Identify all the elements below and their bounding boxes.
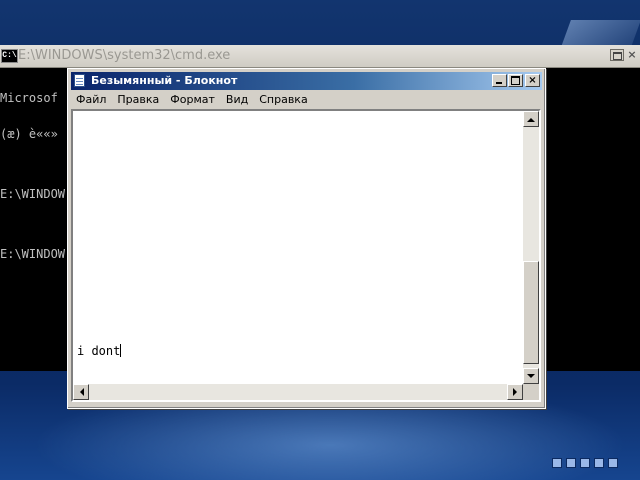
cmd-close-button[interactable]: ×	[625, 49, 639, 61]
close-button[interactable]: ×	[525, 74, 540, 87]
cmd-icon: C:\	[1, 49, 18, 63]
notepad-content: i dont	[77, 344, 122, 358]
tray-icon[interactable]	[594, 458, 604, 468]
maximize-button[interactable]	[508, 74, 523, 87]
notepad-icon[interactable]	[74, 74, 85, 87]
horizontal-scrollbar[interactable]	[73, 384, 523, 400]
notepad-title-bar[interactable]: Безымянный - Блокнот ×	[71, 72, 542, 90]
scrollbar-corner	[523, 384, 539, 400]
scroll-left-arrow-icon[interactable]	[73, 384, 89, 400]
notepad-menu-bar: Файл Правка Формат Вид Справка	[71, 91, 314, 109]
scroll-down-arrow-icon[interactable]	[523, 368, 539, 384]
menu-view[interactable]: Вид	[221, 91, 254, 109]
vertical-scrollbar[interactable]	[523, 111, 539, 384]
notepad-content-text: i dont	[77, 344, 121, 358]
cmd-maximize-button[interactable]	[610, 49, 624, 61]
text-caret	[120, 344, 122, 357]
tray-icon[interactable]	[552, 458, 562, 468]
cmd-title-bar[interactable]: C:\ E:\WINDOWS\system32\cmd.exe ×	[0, 45, 640, 68]
menu-help[interactable]: Справка	[254, 91, 313, 109]
vertical-scroll-thumb[interactable]	[523, 261, 539, 364]
taskbar-tray	[552, 458, 618, 468]
notepad-title-text: Безымянный - Блокнот	[91, 74, 238, 87]
scroll-right-arrow-icon[interactable]	[507, 384, 523, 400]
tray-icon[interactable]	[566, 458, 576, 468]
tray-icon[interactable]	[608, 458, 618, 468]
menu-edit[interactable]: Правка	[112, 91, 165, 109]
menu-file[interactable]: Файл	[71, 91, 112, 109]
notepad-text-area[interactable]: i dont	[71, 109, 541, 402]
cmd-title-text: E:\WINDOWS\system32\cmd.exe	[18, 48, 231, 63]
scroll-up-arrow-icon[interactable]	[523, 111, 539, 127]
menu-format[interactable]: Формат	[165, 91, 221, 109]
minimize-button[interactable]	[492, 74, 507, 87]
tray-icon[interactable]	[580, 458, 590, 468]
notepad-window[interactable]: Безымянный - Блокнот × Файл Правка Форма…	[67, 68, 546, 409]
